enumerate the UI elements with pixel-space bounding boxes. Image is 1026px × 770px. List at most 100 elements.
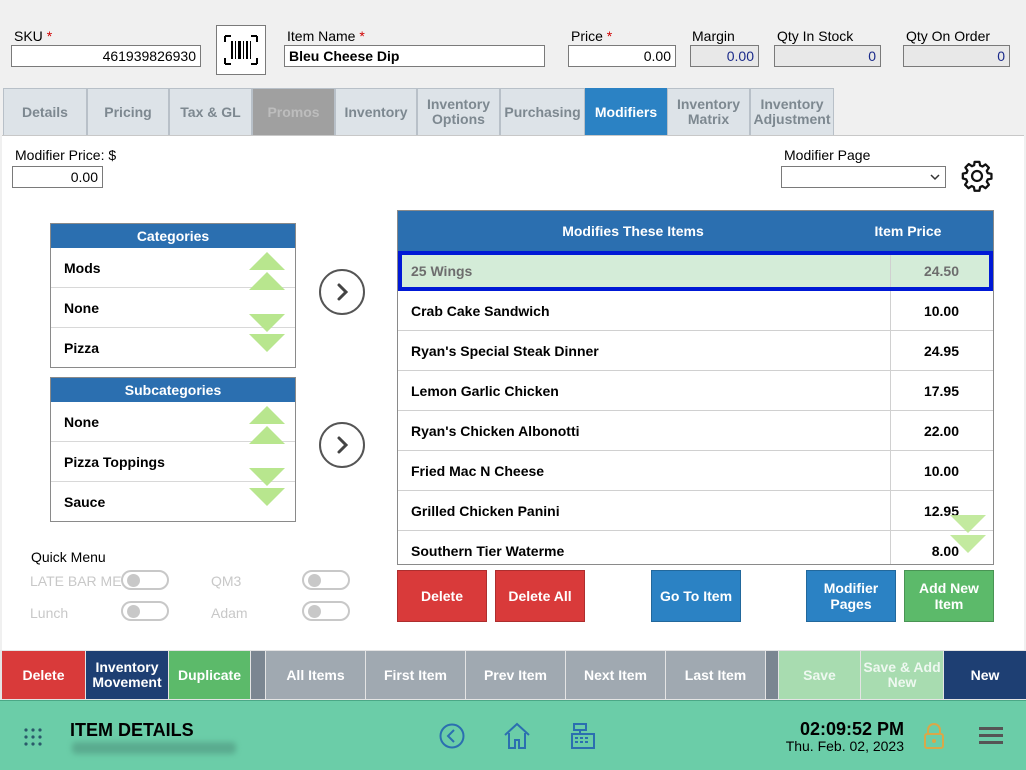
duplicate-button[interactable]: Duplicate: [169, 651, 250, 699]
delete-button[interactable]: Delete: [397, 570, 487, 622]
first-item-button[interactable]: First Item: [366, 651, 465, 699]
row-price: 17.95: [923, 383, 959, 399]
quick-menu-toggle[interactable]: [121, 601, 169, 621]
categories-scroll: [249, 252, 287, 364]
scroll-up-icon[interactable]: [249, 406, 285, 424]
inventory-movement-button[interactable]: Inventory Movement: [86, 651, 168, 699]
scroll-down-icon[interactable]: [249, 334, 285, 352]
table-row[interactable]: Ryan's Chicken Albonotti 22.00: [398, 411, 993, 451]
apps-grid-icon[interactable]: [24, 728, 42, 746]
modifier-page-select[interactable]: [781, 166, 946, 188]
quick-menu-label: Lunch: [30, 605, 69, 621]
item-name-field[interactable]: Bleu Cheese Dip: [284, 45, 545, 67]
tab-inventory-matrix[interactable]: Inventory Matrix: [667, 88, 750, 136]
qty-on-order-label: Qty On Order: [906, 28, 991, 44]
delete-item-button[interactable]: Delete: [2, 651, 85, 699]
tab-inventory[interactable]: Inventory: [335, 88, 417, 136]
quick-menu-label: QM3: [211, 573, 242, 589]
subcategories-header: Subcategories: [51, 378, 295, 402]
delete-all-button[interactable]: Delete All: [495, 570, 585, 622]
chevron-right-icon: [337, 283, 349, 301]
row-price: 24.95: [923, 343, 959, 359]
hamburger-menu-icon[interactable]: [979, 727, 1003, 745]
go-to-item-button[interactable]: Go To Item: [651, 570, 741, 622]
scroll-page-down-icon[interactable]: [249, 468, 285, 486]
add-subcategory-button[interactable]: [319, 422, 365, 468]
quick-menu-toggle[interactable]: [121, 570, 169, 590]
all-items-button[interactable]: All Items: [266, 651, 365, 699]
row-name: Southern Tier Waterme: [398, 531, 891, 564]
bar-divider: [766, 651, 778, 699]
scroll-down-icon[interactable]: [249, 488, 285, 506]
quick-menu-label: LATE BAR MENU: [30, 573, 125, 589]
tab-modifiers[interactable]: Modifiers: [585, 88, 667, 136]
scroll-down-icon[interactable]: [950, 535, 986, 553]
quick-menu-label: Adam: [211, 605, 248, 621]
margin-label: Margin: [692, 28, 735, 44]
add-category-button[interactable]: [319, 269, 365, 315]
modifier-page-label: Modifier Page: [784, 147, 871, 163]
margin-field: 0.00: [690, 45, 759, 67]
cash-register-icon[interactable]: [569, 722, 597, 750]
subcategories-scroll: [249, 406, 287, 518]
scroll-page-up-icon[interactable]: [249, 272, 285, 290]
home-icon[interactable]: [502, 721, 532, 751]
price-label: Price *: [571, 28, 613, 44]
table-row[interactable]: Grilled Chicken Panini 12.95: [398, 491, 993, 531]
tab-inventory-options[interactable]: Inventory Options: [417, 88, 500, 136]
row-price: 22.00: [923, 423, 959, 439]
tab-details[interactable]: Details: [3, 88, 87, 136]
row-name: Ryan's Special Steak Dinner: [398, 331, 891, 370]
col-header-price: Item Price: [874, 223, 942, 239]
table-row[interactable]: Fried Mac N Cheese 10.00: [398, 451, 993, 491]
scroll-up-icon[interactable]: [249, 252, 285, 270]
table-row[interactable]: Crab Cake Sandwich 10.00: [398, 291, 993, 331]
new-button[interactable]: New: [944, 651, 1026, 699]
save-button[interactable]: Save: [779, 651, 860, 699]
settings-button[interactable]: [960, 159, 994, 193]
row-name: Lemon Garlic Chicken: [398, 371, 891, 410]
sku-field[interactable]: 461939826930: [11, 45, 201, 67]
table-row[interactable]: Southern Tier Waterme 8.00: [398, 531, 993, 564]
bar-divider: [251, 651, 265, 699]
table-row[interactable]: Lemon Garlic Chicken 17.95: [398, 371, 993, 411]
item-name-label: Item Name *: [287, 28, 365, 44]
categories-header: Categories: [51, 224, 295, 248]
modifies-items-grid: Modifies These Items Item Price 25 Wings…: [397, 210, 994, 565]
sku-label: SKU *: [14, 28, 53, 44]
price-field[interactable]: 0.00: [568, 45, 676, 67]
modifier-price-field[interactable]: 0.00: [12, 166, 103, 188]
table-row[interactable]: Ryan's Special Steak Dinner 24.95: [398, 331, 993, 371]
prev-item-button[interactable]: Prev Item: [466, 651, 565, 699]
save-add-new-button[interactable]: Save & Add New: [861, 651, 943, 699]
scroll-page-up-icon[interactable]: [249, 426, 285, 444]
row-price: 10.00: [923, 463, 959, 479]
row-name: Ryan's Chicken Albonotti: [398, 411, 891, 450]
grid-header: Modifies These Items Item Price: [398, 211, 993, 251]
footer-bar: ITEM DETAILS 02:09:52 PM Thu. Feb. 02, 2…: [0, 700, 1026, 770]
quick-menu-toggle[interactable]: [302, 601, 350, 621]
tab-pricing[interactable]: Pricing: [87, 88, 169, 136]
row-name: 25 Wings: [398, 251, 891, 290]
categories-list: Categories Mods None Pizza: [50, 223, 296, 368]
table-row[interactable]: 25 Wings 24.50: [398, 251, 993, 291]
lock-icon[interactable]: [923, 722, 945, 750]
scroll-page-down-icon[interactable]: [249, 314, 285, 332]
add-new-item-button[interactable]: Add New Item: [904, 570, 994, 622]
barcode-button[interactable]: [216, 25, 266, 75]
col-header-name: Modifies These Items: [562, 223, 704, 239]
tab-promos[interactable]: Promos: [252, 88, 335, 136]
tab-tax-gl[interactable]: Tax & GL: [169, 88, 252, 136]
quick-menu-toggle[interactable]: [302, 570, 350, 590]
tab-inventory-adjustment[interactable]: Inventory Adjustment: [750, 88, 834, 136]
row-name: Grilled Chicken Panini: [398, 491, 891, 530]
gear-icon: [961, 160, 993, 192]
back-circle-icon[interactable]: [439, 723, 465, 749]
last-item-button[interactable]: Last Item: [666, 651, 765, 699]
next-item-button[interactable]: Next Item: [566, 651, 665, 699]
qty-on-order-field: 0: [903, 45, 1010, 67]
scroll-page-down-icon[interactable]: [950, 515, 986, 533]
tab-purchasing[interactable]: Purchasing: [500, 88, 585, 136]
row-name: Fried Mac N Cheese: [398, 451, 891, 490]
modifier-pages-button[interactable]: Modifier Pages: [806, 570, 896, 622]
